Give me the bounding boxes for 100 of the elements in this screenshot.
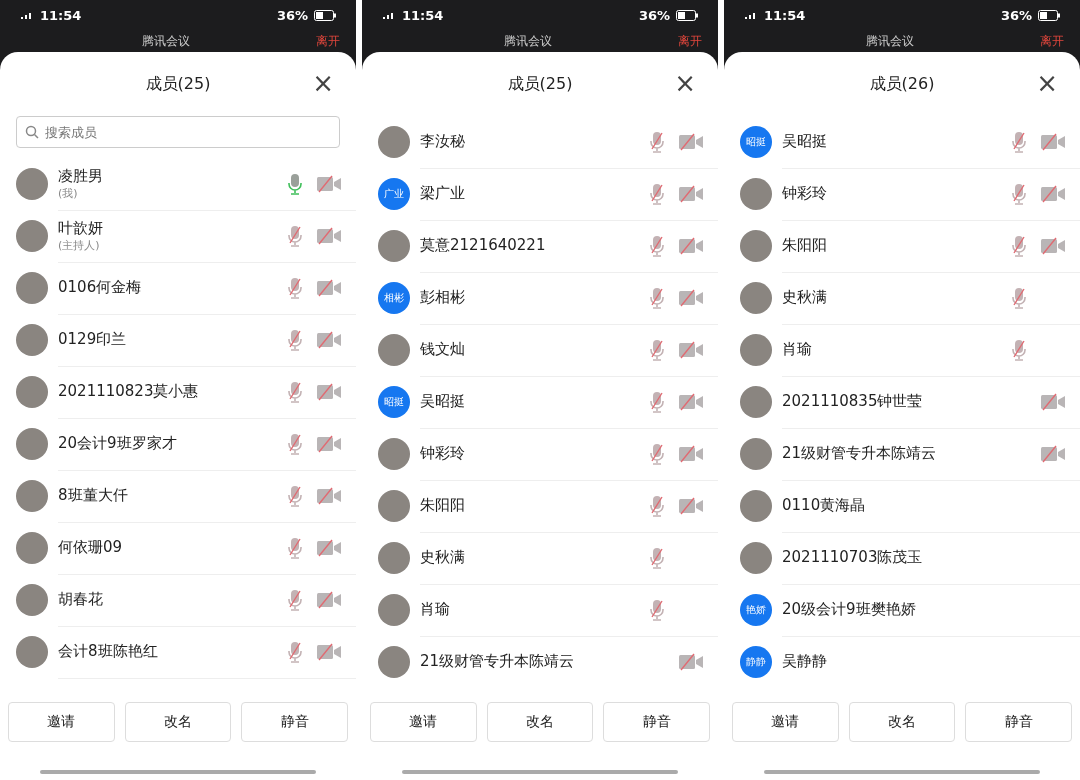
member-name: 2021110835钟世莹	[782, 392, 924, 411]
muted-microphone-icon[interactable]	[1010, 234, 1028, 257]
muted-microphone-icon[interactable]	[648, 390, 666, 413]
app-title: 腾讯会议	[141, 32, 191, 50]
camera-off-icon[interactable]	[678, 392, 704, 411]
signal-icon	[20, 10, 34, 20]
muted-microphone-icon[interactable]	[286, 276, 304, 299]
sheet-title: 成员(26)	[869, 73, 935, 95]
camera-off-icon[interactable]	[678, 288, 704, 307]
muted-microphone-icon[interactable]	[648, 494, 666, 517]
search-icon	[25, 125, 39, 139]
muted-microphone-icon[interactable]	[648, 338, 666, 361]
action-button[interactable]: 邀请	[370, 702, 477, 742]
camera-off-icon[interactable]	[316, 382, 342, 401]
muted-microphone-icon[interactable]	[648, 598, 666, 621]
muted-microphone-icon[interactable]	[286, 224, 304, 247]
camera-off-icon[interactable]	[316, 642, 342, 661]
camera-off-icon[interactable]	[1040, 444, 1066, 463]
camera-off-icon[interactable]	[1040, 392, 1066, 411]
avatar-placeholder	[16, 220, 48, 252]
initials-avatar: 相彬	[378, 282, 410, 314]
camera-off-icon[interactable]	[316, 226, 342, 245]
member-name: 李汝秘	[420, 132, 466, 151]
status-time: 11:54	[764, 7, 806, 23]
camera-off-icon[interactable]	[1040, 184, 1066, 203]
camera-off-icon[interactable]	[316, 486, 342, 505]
muted-microphone-icon[interactable]	[1010, 286, 1028, 309]
close-button[interactable]: ×	[308, 70, 338, 96]
camera-off-icon[interactable]	[678, 496, 704, 515]
avatar-placeholder	[16, 480, 48, 512]
action-button[interactable]: 改名	[848, 702, 956, 742]
avatar-placeholder	[16, 324, 48, 356]
camera-off-icon[interactable]	[678, 340, 704, 359]
leave-link[interactable]: 离开	[316, 32, 340, 50]
muted-microphone-icon[interactable]	[1010, 338, 1028, 361]
member-name: 20会计9班罗家才	[58, 434, 178, 453]
member-name: 钟彩玲	[782, 184, 828, 203]
camera-off-icon[interactable]	[1040, 132, 1066, 151]
muted-microphone-icon[interactable]	[286, 588, 304, 611]
member-role: (我)	[58, 185, 79, 201]
camera-off-icon[interactable]	[316, 330, 342, 349]
avatar-placeholder	[16, 376, 48, 408]
battery-percent: 36%	[1000, 7, 1032, 23]
app-title: 腾讯会议	[865, 32, 915, 50]
muted-microphone-icon[interactable]	[1010, 182, 1028, 205]
camera-off-icon[interactable]	[678, 132, 704, 151]
muted-microphone-icon[interactable]	[648, 182, 666, 205]
camera-off-icon[interactable]	[678, 444, 704, 463]
leave-link[interactable]: 离开	[1040, 32, 1064, 50]
member-name: 8班董大仟	[58, 486, 129, 505]
close-button[interactable]: ×	[670, 70, 700, 96]
sheet-title: 成员(25)	[507, 73, 573, 95]
member-name: 何依珊09	[58, 538, 124, 557]
camera-off-icon[interactable]	[316, 434, 342, 453]
avatar-placeholder	[740, 438, 772, 470]
muted-microphone-icon[interactable]	[286, 328, 304, 351]
sheet-title: 成员(25)	[145, 73, 211, 95]
muted-microphone-icon[interactable]	[648, 234, 666, 257]
muted-microphone-icon[interactable]	[648, 546, 666, 569]
action-button[interactable]: 静音	[241, 702, 348, 742]
camera-off-icon[interactable]	[316, 538, 342, 557]
muted-microphone-icon[interactable]	[286, 432, 304, 455]
close-button[interactable]: ×	[1032, 70, 1062, 96]
camera-off-icon[interactable]	[678, 184, 704, 203]
action-button[interactable]: 邀请	[8, 702, 115, 742]
avatar-placeholder	[378, 542, 410, 574]
avatar-placeholder	[16, 168, 48, 200]
muted-microphone-icon[interactable]	[1010, 130, 1028, 153]
leave-link[interactable]: 离开	[678, 32, 702, 50]
muted-microphone-icon[interactable]	[286, 640, 304, 663]
camera-off-icon[interactable]	[316, 590, 342, 609]
action-button[interactable]: 邀请	[732, 702, 839, 742]
action-button[interactable]: 静音	[965, 702, 1072, 742]
avatar-placeholder	[378, 438, 410, 470]
camera-off-icon[interactable]	[1040, 236, 1066, 255]
member-name: 0106何金梅	[58, 278, 143, 297]
avatar-placeholder	[378, 126, 410, 158]
avatar-placeholder	[16, 532, 48, 564]
avatar-placeholder	[378, 646, 410, 678]
camera-off-icon[interactable]	[678, 236, 704, 255]
muted-microphone-icon[interactable]	[286, 380, 304, 403]
member-name: 史秋满	[420, 548, 466, 567]
action-button[interactable]: 改名	[486, 702, 594, 742]
search-field[interactable]: 搜索成员	[16, 116, 340, 148]
action-button[interactable]: 改名	[124, 702, 232, 742]
muted-microphone-icon[interactable]	[286, 536, 304, 559]
muted-microphone-icon[interactable]	[648, 286, 666, 309]
action-button[interactable]: 静音	[603, 702, 710, 742]
avatar-placeholder	[740, 230, 772, 262]
camera-off-icon[interactable]	[678, 652, 704, 671]
member-name: 2021110823莫小惠	[58, 382, 200, 401]
initials-avatar: 艳娇	[740, 594, 772, 626]
avatar-placeholder	[378, 230, 410, 262]
camera-off-icon[interactable]	[316, 174, 342, 193]
muted-microphone-icon[interactable]	[648, 442, 666, 465]
microphone-icon[interactable]	[286, 172, 304, 195]
muted-microphone-icon[interactable]	[648, 130, 666, 153]
camera-off-icon[interactable]	[316, 278, 342, 297]
initials-avatar: 昭挺	[740, 126, 772, 158]
muted-microphone-icon[interactable]	[286, 484, 304, 507]
